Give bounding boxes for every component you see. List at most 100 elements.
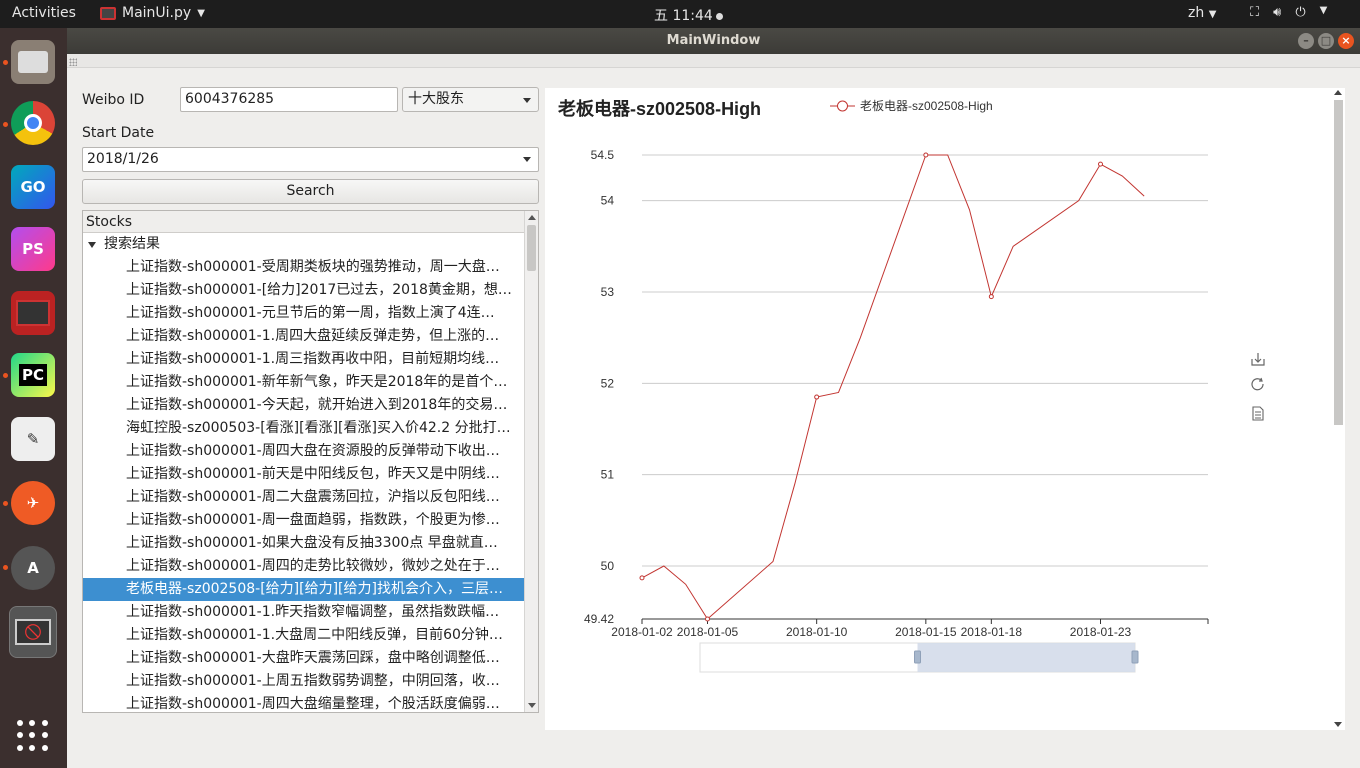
- running-indicator: [3, 501, 8, 506]
- chart-svg: 老板电器-sz002508-High 老板电器-sz002508-High 54.5…: [558, 98, 1265, 673]
- datazoom-handle[interactable]: [1131, 650, 1139, 664]
- weibo-id-input[interactable]: 6004376285: [180, 87, 398, 112]
- tree-item[interactable]: 上证指数-sh000001-周二大盘震荡回拉，沪指以反包阳线…: [83, 486, 538, 509]
- clock[interactable]: 五 11:44: [654, 5, 723, 25]
- tree-item[interactable]: 上证指数-sh000001-如果大盘没有反抽3300点 早盘就直…: [83, 532, 538, 555]
- chart-scrollbar[interactable]: [1331, 88, 1345, 730]
- weibo-id-label: Weibo ID: [82, 92, 145, 108]
- tree-item[interactable]: 上证指数-sh000001-大盘昨天震荡回踩，盘中略创调整低…: [83, 647, 538, 670]
- dock: GO PS PC ✎ ✈ A 🚫︎: [0, 28, 67, 768]
- tree-header[interactable]: Stocks: [83, 211, 538, 233]
- tree-item[interactable]: 海虹控股-sz000503-[看涨][看涨][看涨]买入价42.2 分批打…: [83, 417, 538, 440]
- language-menu[interactable]: zh ▼: [1188, 5, 1216, 21]
- tree-item[interactable]: 上证指数-sh000001-1.昨天指数窄幅调整，虽然指数跌幅…: [83, 601, 538, 624]
- title-bar[interactable]: MainWindow – □ ×: [67, 28, 1360, 54]
- data-point: [923, 152, 929, 158]
- tree-item[interactable]: 上证指数-sh000001-周一盘面趋弱，指数跌，个股更为惨…: [83, 509, 538, 532]
- scroll-thumb[interactable]: [527, 225, 536, 271]
- chevron-down-icon: ▼: [1319, 5, 1328, 16]
- running-indicator: [3, 373, 8, 378]
- tree-item[interactable]: 上证指数-sh000001-周四大盘缩量整理，个股活跃度偏弱…: [83, 693, 538, 712]
- tree-item[interactable]: 上证指数-sh000001-今天起，就开始进入到2018年的交易…: [83, 394, 538, 417]
- y-tick-label: 52: [601, 376, 615, 390]
- power-icon: ⏻: [1295, 5, 1306, 20]
- download-icon[interactable]: [1251, 353, 1265, 366]
- toolbar-strip: [67, 54, 1360, 68]
- tree-item[interactable]: 上证指数-sh000001-[给力]2017已过去，2018黄金期，想…: [83, 279, 538, 302]
- tree-item[interactable]: 上证指数-sh000001-受周期类板块的强势推动，周一大盘…: [83, 256, 538, 279]
- scroll-thumb[interactable]: [1334, 100, 1343, 425]
- text-editor-icon[interactable]: ✎: [11, 417, 55, 461]
- chart-panel: 老板电器-sz002508-High 老板电器-sz002508-High 54.5…: [545, 88, 1345, 730]
- toolbar-grip[interactable]: [69, 58, 77, 66]
- x-tick-label: 2018-01-02: [611, 625, 673, 639]
- chevron-down-icon[interactable]: [523, 157, 531, 162]
- data-point: [1098, 161, 1103, 167]
- minimize-icon[interactable]: –: [1298, 33, 1314, 49]
- main-window: MainWindow – □ × Weibo ID 6004376285 十大股…: [67, 28, 1360, 768]
- goland-icon[interactable]: GO: [11, 165, 55, 209]
- notification-dot-icon: [715, 12, 723, 20]
- search-button[interactable]: Search: [82, 179, 539, 204]
- x-tick-label: 2018-01-15: [895, 625, 957, 639]
- start-date-label: Start Date: [82, 125, 155, 141]
- chevron-down-icon: [523, 98, 531, 103]
- data-point: [639, 575, 645, 581]
- expand-arrow-icon[interactable]: [88, 241, 96, 248]
- data-point: [705, 616, 710, 622]
- y-tick-label: 51: [601, 468, 615, 482]
- app-name: MainUi.py: [122, 5, 192, 21]
- system-tray[interactable]: ⛶ 🔊︎ ⏻ ▼: [1250, 5, 1327, 20]
- start-date-input[interactable]: 2018/1/26: [82, 147, 539, 172]
- y-tick-label: 54.5: [591, 148, 615, 162]
- tree-root[interactable]: 搜索结果: [83, 233, 538, 256]
- scroll-up-icon[interactable]: [1334, 90, 1342, 95]
- software-updater-icon[interactable]: A: [11, 546, 55, 590]
- tree-item[interactable]: 老板电器-sz002508-[给力][给力][给力]找机会介入，三层…: [83, 578, 538, 601]
- scroll-up-icon[interactable]: [528, 215, 536, 220]
- tree-item[interactable]: 上证指数-sh000001-周四的走势比较微妙，微妙之处在于…: [83, 555, 538, 578]
- tree-item[interactable]: 上证指数-sh000001-新年新气象，昨天是2018年的是首个…: [83, 371, 538, 394]
- phpstorm-icon[interactable]: PS: [11, 227, 55, 271]
- y-tick-label: 53: [601, 285, 615, 299]
- chrome-icon[interactable]: [11, 101, 55, 145]
- language-label: zh: [1188, 5, 1205, 21]
- pycharm-icon[interactable]: PC: [11, 353, 55, 397]
- scroll-down-icon[interactable]: [528, 703, 536, 708]
- show-applications-icon[interactable]: [17, 720, 49, 752]
- stocks-tree[interactable]: Stocks 搜索结果 上证指数-sh000001-受周期类板块的强势推动，周一…: [82, 210, 539, 713]
- tree-item[interactable]: 上证指数-sh000001-1.周三指数再收中阳，目前短期均线…: [83, 348, 538, 371]
- app-menu[interactable]: MainUi.py ▼: [100, 5, 205, 21]
- tree-scrollbar[interactable]: [524, 211, 538, 712]
- tree-root-label: 搜索结果: [104, 236, 160, 252]
- data-point: [988, 294, 994, 300]
- postman-icon[interactable]: ✈: [11, 481, 55, 525]
- y-tick-label: 54: [601, 194, 615, 208]
- x-tick-label: 2018-01-10: [786, 625, 848, 639]
- datazoom-handle[interactable]: [914, 650, 921, 664]
- terminal-icon[interactable]: [11, 291, 55, 335]
- tree-item[interactable]: 上证指数-sh000001-周四大盘在资源股的反弹带动下收出…: [83, 440, 538, 463]
- type-select[interactable]: 十大股东: [402, 87, 539, 112]
- close-icon[interactable]: ×: [1338, 33, 1354, 49]
- refresh-icon[interactable]: [1251, 377, 1264, 391]
- data-point: [814, 394, 820, 400]
- volume-icon: 🔊︎: [1273, 5, 1282, 20]
- data-view-icon[interactable]: [1252, 406, 1264, 421]
- files-icon[interactable]: [11, 40, 55, 84]
- tree-item[interactable]: 上证指数-sh000001-元旦节后的第一周，指数上演了4连…: [83, 302, 538, 325]
- blocked-app-icon[interactable]: 🚫︎: [9, 606, 57, 658]
- scroll-down-icon[interactable]: [1334, 722, 1342, 727]
- window-title: MainWindow: [666, 33, 761, 48]
- tree-item[interactable]: 上证指数-sh000001-1.大盘周二中阳线反弹，目前60分钟…: [83, 624, 538, 647]
- tree-item[interactable]: 上证指数-sh000001-1.周四大盘延续反弹走势，但上涨的…: [83, 325, 538, 348]
- tree-item[interactable]: 上证指数-sh000001-前天是中阳线反包，昨天又是中阴线…: [83, 463, 538, 486]
- network-icon: ⛶: [1250, 5, 1260, 20]
- maximize-icon[interactable]: □: [1318, 33, 1334, 49]
- tree-item[interactable]: 上证指数-sh000001-上周五指数弱势调整，中阴回落，收…: [83, 670, 538, 693]
- activities-button[interactable]: Activities: [12, 5, 76, 21]
- running-indicator: [3, 565, 8, 570]
- series-line: [641, 154, 1145, 620]
- legend-label[interactable]: 老板电器-sz002508-High: [860, 99, 993, 113]
- x-tick-label: 2018-01-23: [1070, 625, 1132, 639]
